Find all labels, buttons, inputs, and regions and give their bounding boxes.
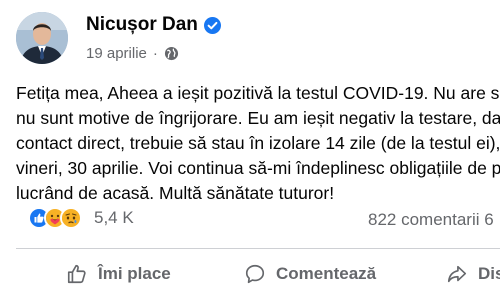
comment-bubble-icon — [245, 264, 265, 284]
post-body-line: Fetița mea, Aheea a ieșit pozitivă la te… — [16, 83, 500, 103]
author-avatar[interactable] — [16, 12, 68, 64]
author-name[interactable]: Nicușor Dan — [86, 14, 198, 36]
post-actions: Îmi place Comentează Distribuie — [0, 256, 500, 292]
comment-button[interactable]: Comentează — [244, 256, 376, 292]
divider — [16, 248, 500, 249]
facebook-post: Nicușor Dan 19 aprilie · Fetița mea, Ahe… — [0, 0, 500, 300]
share-label: Distribuie — [478, 264, 500, 283]
like-button[interactable]: Îmi place — [66, 256, 171, 292]
post-body-line: lucrând de acasă. Multă sănătate tuturor… — [16, 183, 335, 203]
reactions-summary[interactable]: 5,4 K — [28, 207, 134, 229]
post-meta: 19 aprilie · — [86, 45, 179, 62]
avatar-photo — [16, 12, 68, 64]
like-label: Îmi place — [98, 264, 171, 283]
meta-separator: · — [152, 45, 158, 62]
share-button[interactable]: Distribuie — [446, 256, 500, 292]
comment-label: Comentează — [276, 264, 377, 283]
thumbs-up-icon — [67, 264, 86, 284]
sad-reaction-icon — [60, 207, 82, 229]
author-row: Nicușor Dan — [86, 14, 221, 36]
post-body-line: contact direct, trebuie să stau în izola… — [16, 133, 500, 153]
post-body-line: vineri, 30 aprilie. Voi continua să-mi î… — [16, 158, 500, 178]
post-body-line: nu sunt motive de îngrijorare. Eu am ieș… — [16, 108, 500, 128]
verified-badge-icon — [203, 16, 221, 34]
globe-icon[interactable] — [164, 46, 179, 61]
comments-count[interactable]: 822 comentarii 6 — [368, 210, 494, 230]
post-date[interactable]: 19 aprilie — [86, 45, 147, 62]
post-body: Fetița mea, Aheea a ieșit pozitivă la te… — [16, 81, 500, 206]
reaction-count[interactable]: 5,4 K — [94, 208, 134, 228]
share-arrow-icon — [447, 265, 467, 283]
